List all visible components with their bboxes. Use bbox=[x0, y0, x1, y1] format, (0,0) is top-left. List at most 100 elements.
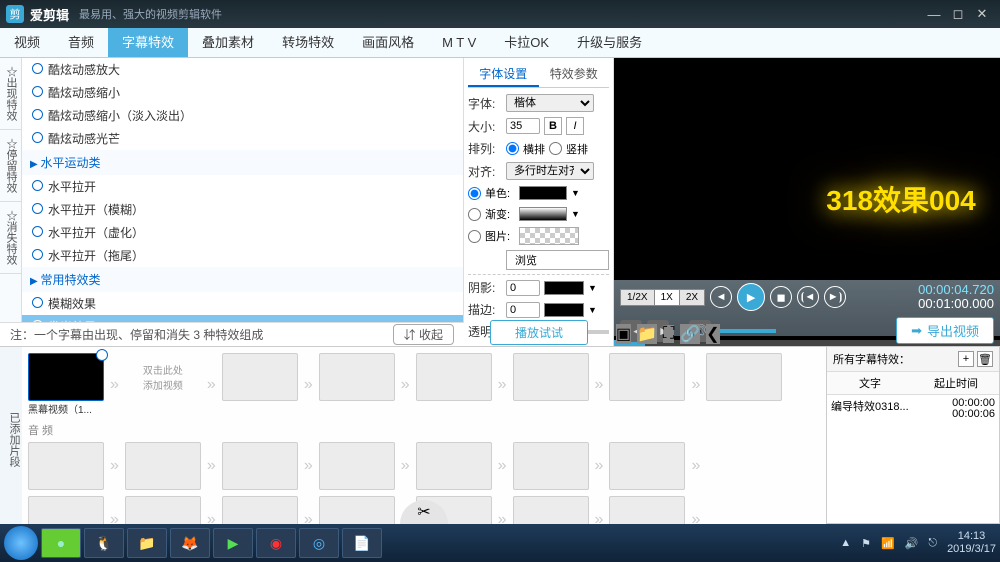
task-icon[interactable]: ◎ bbox=[299, 528, 339, 558]
effect-option[interactable]: 水平拉开（虚化） bbox=[22, 221, 463, 244]
browse-button[interactable]: 浏览 bbox=[506, 250, 609, 270]
empty-clip[interactable] bbox=[706, 353, 782, 401]
task-icon[interactable]: ◉ bbox=[256, 528, 296, 558]
img-radio[interactable] bbox=[468, 230, 481, 243]
task-icon[interactable]: ● bbox=[41, 528, 81, 558]
audio-clip[interactable] bbox=[416, 442, 492, 490]
close-icon[interactable]: ✕ bbox=[970, 4, 994, 24]
audio-clip[interactable] bbox=[609, 496, 685, 524]
audio-clip[interactable] bbox=[609, 442, 685, 490]
audio-clip[interactable] bbox=[28, 442, 104, 490]
empty-clip[interactable] bbox=[319, 353, 395, 401]
effect-option[interactable]: 酷炫动感缩小（淡入淡出） bbox=[22, 104, 463, 127]
speed-2X[interactable]: 2X bbox=[680, 290, 704, 305]
tray-shield-icon[interactable]: ⎋ bbox=[928, 537, 937, 550]
try-play-button[interactable]: 播放试试 bbox=[490, 320, 588, 345]
task-icon[interactable]: 📄 bbox=[342, 528, 382, 558]
link-icon[interactable]: 🔗 bbox=[680, 324, 700, 344]
shadow-input[interactable] bbox=[506, 280, 540, 296]
maximize-icon[interactable]: ◻ bbox=[946, 4, 970, 24]
menu-4[interactable]: 转场特效 bbox=[268, 28, 348, 57]
audio-clip[interactable] bbox=[513, 442, 589, 490]
empty-clip[interactable] bbox=[513, 353, 589, 401]
del-subtitle-button[interactable]: 🗑 bbox=[977, 351, 993, 367]
menu-1[interactable]: 音频 bbox=[54, 28, 108, 57]
step-back-button[interactable]: ⦗◄ bbox=[797, 286, 819, 308]
effect-category[interactable]: 常用特效类 bbox=[22, 267, 463, 292]
audio-clip[interactable] bbox=[222, 442, 298, 490]
empty-clip[interactable] bbox=[609, 353, 685, 401]
minimize-icon[interactable]: — bbox=[922, 4, 946, 24]
capture-icon[interactable]: ▣ bbox=[616, 324, 631, 344]
stop-button[interactable]: ◼ bbox=[770, 286, 792, 308]
bold-button[interactable]: B bbox=[544, 117, 562, 135]
menu-3[interactable]: 叠加素材 bbox=[188, 28, 268, 57]
menu-7[interactable]: 卡拉OK bbox=[490, 28, 563, 57]
step-fwd-button[interactable]: ►⦘ bbox=[824, 286, 846, 308]
effect-category[interactable]: 水平运动类 bbox=[22, 150, 463, 175]
empty-clip[interactable] bbox=[416, 353, 492, 401]
img-swatch[interactable] bbox=[519, 227, 579, 245]
tab-font-settings[interactable]: 字体设置 bbox=[468, 62, 539, 87]
menu-5[interactable]: 画面风格 bbox=[348, 28, 428, 57]
audio-clip[interactable] bbox=[222, 496, 298, 524]
menu-8[interactable]: 升级与服务 bbox=[563, 28, 656, 57]
task-icon[interactable]: ▶ bbox=[213, 528, 253, 558]
empty-clip[interactable] bbox=[222, 353, 298, 401]
export-button[interactable]: ➡ 导出视频 bbox=[896, 317, 994, 344]
effect-option[interactable]: 酷炫动感光芒 bbox=[22, 127, 463, 150]
sidetab-2[interactable]: ☆消失特效 bbox=[0, 202, 22, 274]
task-icon[interactable]: 📁 bbox=[127, 528, 167, 558]
task-icon[interactable]: 🦊 bbox=[170, 528, 210, 558]
audio-clip[interactable] bbox=[125, 442, 201, 490]
add-clip-hint[interactable]: 双击此处添加视频 bbox=[125, 353, 201, 401]
subtitle-row[interactable]: 编导特效0318... 00:00:0000:00:06 bbox=[827, 395, 999, 423]
stroke-swatch[interactable] bbox=[544, 303, 584, 317]
tray-vol-icon[interactable]: 🔊 bbox=[905, 537, 919, 550]
tray-clock[interactable]: 14:132019/3/17 bbox=[947, 530, 996, 556]
effect-option[interactable]: 水平拉开（拖尾） bbox=[22, 244, 463, 267]
shadow-swatch[interactable] bbox=[544, 281, 584, 295]
tray-up-icon[interactable]: ▲ bbox=[840, 537, 851, 549]
add-subtitle-button[interactable]: + bbox=[958, 351, 974, 367]
menu-2[interactable]: 字幕特效 bbox=[108, 28, 188, 57]
sidetab-1[interactable]: ☆停留特效 bbox=[0, 130, 22, 202]
solid-swatch[interactable] bbox=[519, 186, 567, 200]
font-select[interactable]: 楷体 bbox=[506, 94, 594, 112]
fullscreen-icon[interactable]: ⛶ bbox=[663, 325, 674, 343]
effect-option[interactable]: 水平拉开 bbox=[22, 175, 463, 198]
play-button[interactable]: ▶ bbox=[737, 283, 765, 311]
task-icon[interactable]: 🐧 bbox=[84, 528, 124, 558]
effect-option[interactable]: 水平拉开（模糊） bbox=[22, 198, 463, 221]
layout-h-radio[interactable] bbox=[506, 142, 519, 155]
start-button[interactable] bbox=[4, 526, 38, 560]
layout-v-radio[interactable] bbox=[549, 142, 562, 155]
menu-6[interactable]: M T V bbox=[428, 28, 490, 57]
grad-swatch[interactable] bbox=[519, 207, 567, 221]
audio-clip[interactable] bbox=[319, 496, 395, 524]
sidetab-0[interactable]: ☆出现特效 bbox=[0, 58, 22, 130]
speed-1X[interactable]: 1X bbox=[655, 290, 680, 305]
effect-option[interactable]: 酷炫动感放大 bbox=[22, 58, 463, 81]
clip-thumb[interactable] bbox=[28, 353, 104, 401]
prev-frame-button[interactable]: ◄ bbox=[710, 286, 732, 308]
italic-button[interactable]: I bbox=[566, 117, 584, 135]
collapse-button[interactable]: ⇵ 收起 bbox=[393, 324, 454, 345]
share-icon[interactable]: ❮ bbox=[706, 324, 719, 344]
tab-effect-params[interactable]: 特效参数 bbox=[539, 62, 610, 87]
menu-0[interactable]: 视频 bbox=[0, 28, 54, 57]
effect-option[interactable]: 模糊效果 bbox=[22, 292, 463, 315]
audio-clip[interactable] bbox=[513, 496, 589, 524]
tray-net-icon[interactable]: 📶 bbox=[881, 537, 895, 550]
audio-clip[interactable] bbox=[319, 442, 395, 490]
folder-icon[interactable]: 📁 bbox=[637, 324, 657, 344]
effect-option[interactable]: 酷炫动感缩小 bbox=[22, 81, 463, 104]
speed-1/2X[interactable]: 1/2X bbox=[621, 290, 655, 305]
size-input[interactable] bbox=[506, 118, 540, 134]
grad-radio[interactable] bbox=[468, 208, 481, 221]
stroke-input[interactable] bbox=[506, 302, 540, 318]
audio-clip[interactable] bbox=[28, 496, 104, 524]
solid-radio[interactable] bbox=[468, 187, 481, 200]
audio-clip[interactable] bbox=[125, 496, 201, 524]
align-select[interactable]: 多行时左对齐 bbox=[506, 162, 594, 180]
